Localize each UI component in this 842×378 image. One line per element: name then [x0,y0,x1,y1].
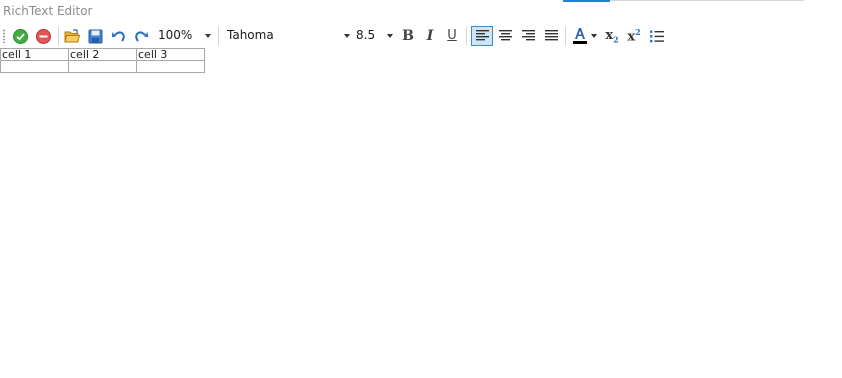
chevron-down-icon [387,34,393,38]
toolbar-separator [218,27,219,45]
formatting-toolbar: 100% Tahoma 8.5 B I U x2 x2 [0,23,842,48]
check-circle-icon [12,28,28,44]
text-color-button[interactable] [569,26,599,46]
chevron-down-icon [590,34,597,38]
accept-button[interactable] [10,26,30,46]
align-justify-button[interactable] [541,26,561,46]
zoom-select[interactable]: 100% [154,26,214,45]
undo-button[interactable] [108,26,128,46]
folder-open-icon [64,28,80,44]
subscript-button[interactable]: x2 [602,26,622,46]
table-cell[interactable]: cell 3 [136,48,205,61]
bold-icon: B [402,28,414,44]
superscript-icon: x2 [627,27,641,45]
floppy-disk-icon [88,29,103,44]
superscript-button[interactable]: x2 [624,26,644,46]
font-family-select[interactable]: Tahoma [223,26,353,45]
table-cell[interactable]: cell 1 [0,48,69,61]
table-cell[interactable] [68,60,137,73]
redo-icon [134,29,149,44]
toolbar-separator [466,27,467,45]
underline-icon: U [447,28,457,43]
align-right-icon [521,30,535,42]
italic-icon: I [426,28,434,44]
italic-button[interactable]: I [420,26,440,46]
align-justify-icon [544,30,558,42]
window-title: RichText Editor [3,4,93,18]
redo-button[interactable] [131,26,151,46]
align-center-icon [498,30,512,42]
open-button[interactable] [62,26,82,46]
table-cell[interactable] [0,60,69,73]
undo-icon [111,29,126,44]
align-center-button[interactable] [495,26,515,46]
toolbar-separator [58,27,59,45]
chevron-down-icon [205,34,211,38]
toolbar-grip[interactable] [3,29,5,43]
table-cell[interactable] [136,60,205,73]
underline-button[interactable]: U [442,26,462,46]
align-left-icon [475,30,489,42]
font-family-value: Tahoma [227,28,274,42]
editor-canvas[interactable]: cell 1 cell 2 cell 3 [0,48,842,378]
table-cell[interactable]: cell 2 [68,48,137,61]
bold-button[interactable]: B [398,26,418,46]
bulleted-list-button[interactable] [647,26,667,46]
font-size-value: 8.5 [356,28,376,42]
save-button[interactable] [85,26,105,46]
chevron-down-icon [344,34,350,38]
zoom-value: 100% [158,28,193,42]
top-divider [610,0,804,1]
text-color-icon [572,27,588,45]
cancel-button[interactable] [33,26,53,46]
align-right-button[interactable] [518,26,538,46]
table-row: cell 1 cell 2 cell 3 [0,48,205,61]
font-size-select[interactable]: 8.5 [352,26,396,45]
subscript-icon: x2 [605,27,619,45]
align-left-button[interactable] [471,26,493,46]
toolbar-separator [565,27,566,45]
stop-circle-icon [35,28,51,44]
top-tab-indicator [563,0,610,2]
bulleted-list-icon [650,30,664,43]
table-row [0,60,205,73]
document-table[interactable]: cell 1 cell 2 cell 3 [0,48,205,73]
